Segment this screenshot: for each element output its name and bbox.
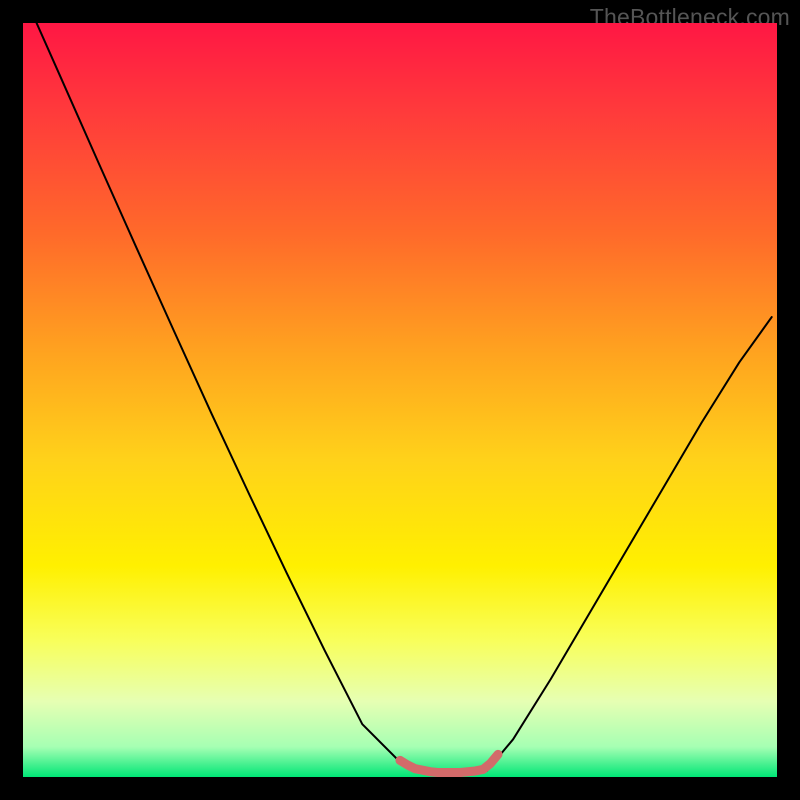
chart-svg <box>23 23 777 777</box>
chart-container: TheBottleneck.com <box>0 0 800 800</box>
chart-background <box>23 23 777 777</box>
